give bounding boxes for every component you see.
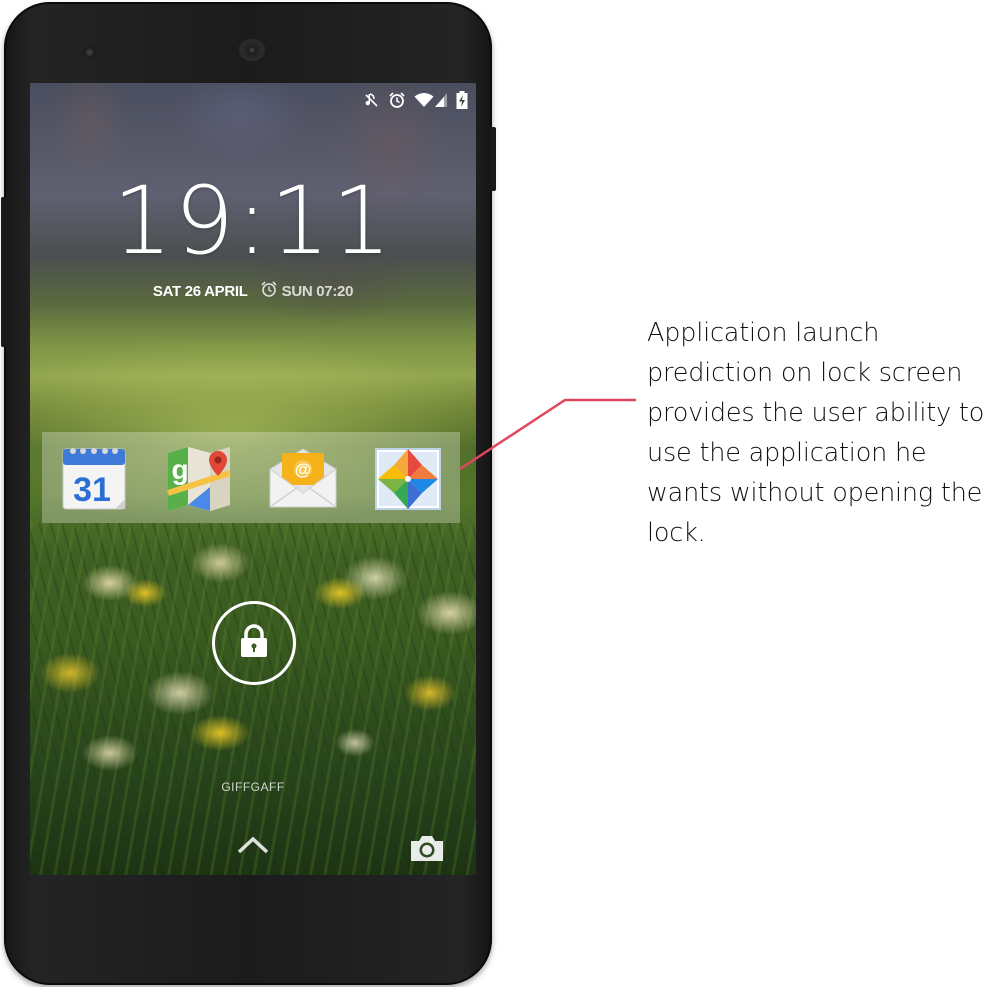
annotation-text: Application launch prediction on lock sc… <box>647 318 985 548</box>
